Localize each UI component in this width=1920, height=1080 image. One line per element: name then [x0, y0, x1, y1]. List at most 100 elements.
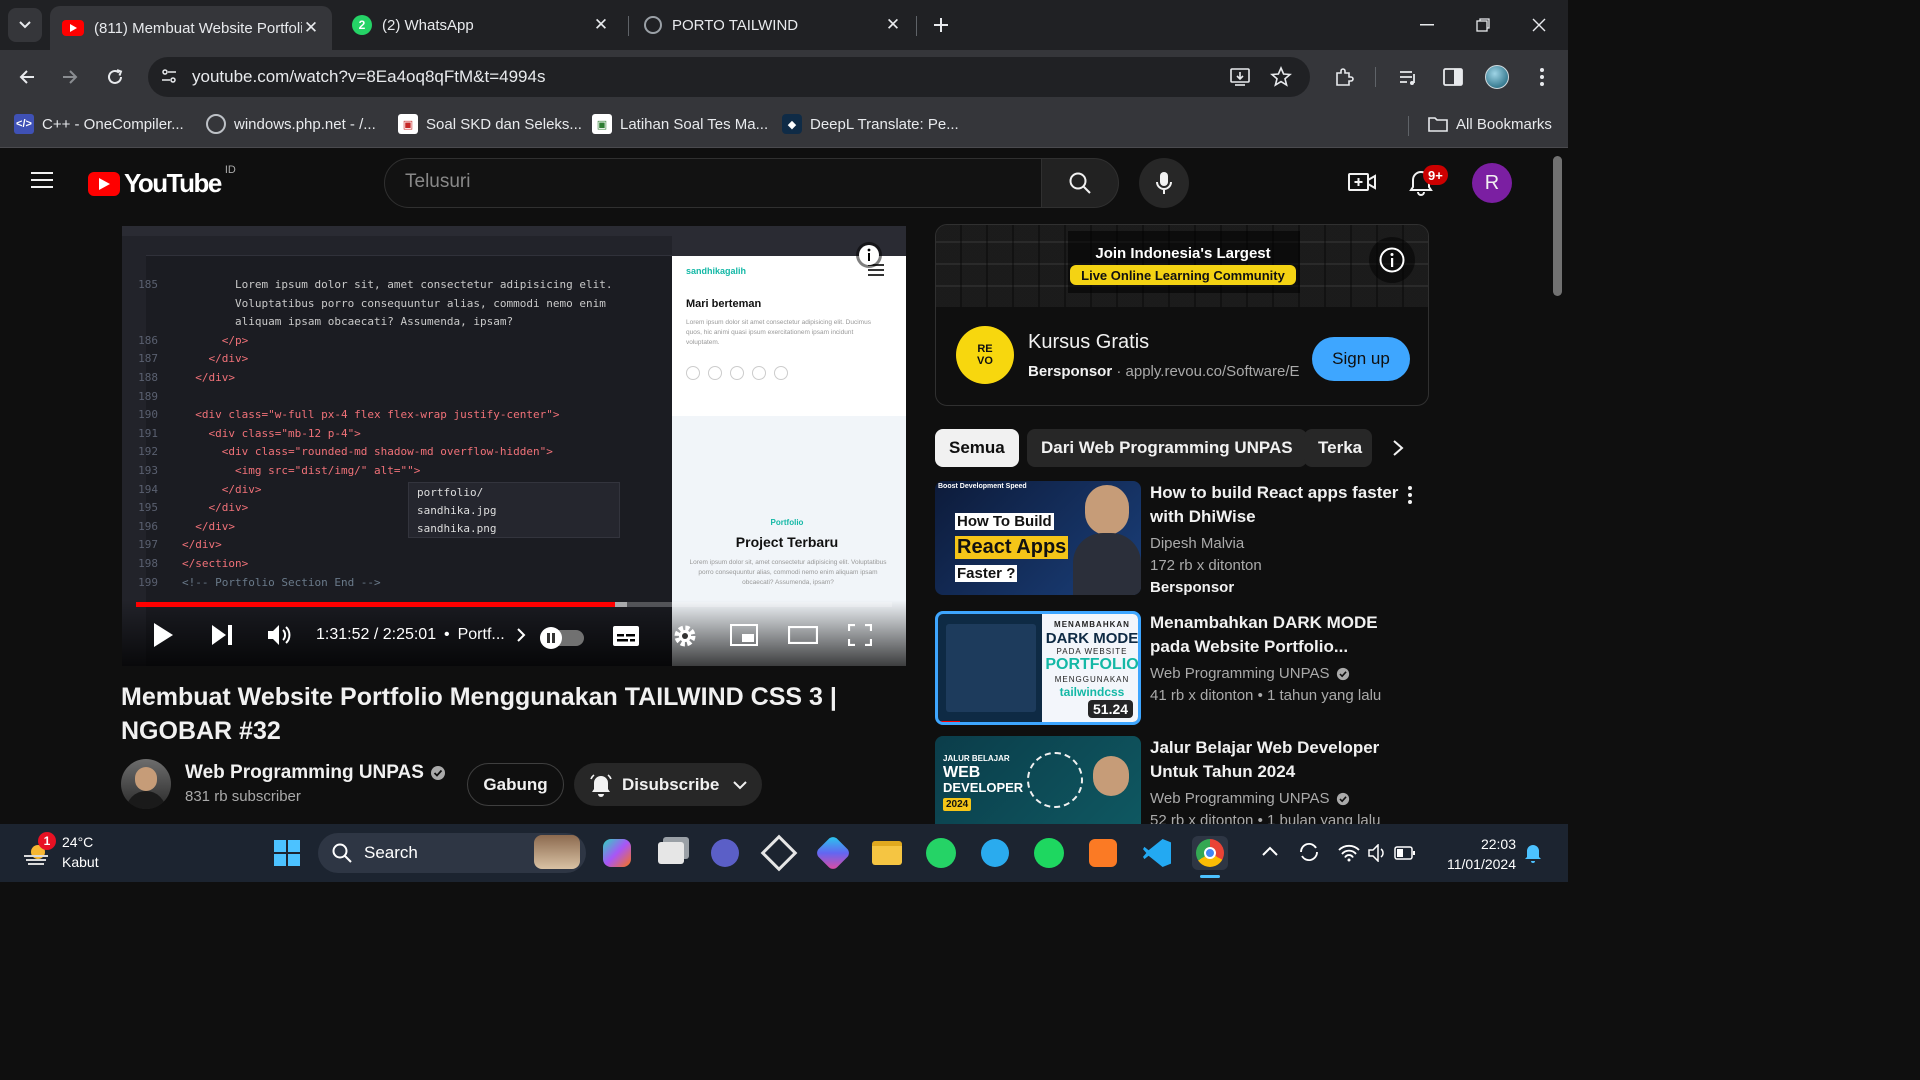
rec-title[interactable]: Jalur Belajar Web Developer Untuk Tahun … [1150, 736, 1400, 784]
ad-info-button[interactable] [1369, 237, 1415, 283]
next-button[interactable] [210, 623, 234, 647]
bookmark-star-icon[interactable] [1270, 66, 1292, 88]
weather-widget[interactable]: 1 24°C Kabut [18, 832, 128, 876]
bookmark-item[interactable]: ◆ DeepL Translate: Pe... [782, 114, 959, 134]
chrome-menu-button[interactable] [1528, 63, 1556, 91]
tab-youtube[interactable]: (811) Membuat Website Portfolio ✕ [50, 6, 332, 50]
code-text: <div class="mb-12 p-4"> [182, 426, 361, 440]
taskbar-spotify[interactable] [1032, 836, 1066, 870]
video-thumbnail[interactable]: JALUR BELAJAR WEB DEVELOPER 2024 [935, 736, 1141, 824]
all-bookmarks-button[interactable]: All Bookmarks [1428, 114, 1552, 134]
side-panel-button[interactable] [1439, 63, 1467, 91]
info-icon [859, 245, 879, 265]
ad-banner[interactable]: Join Indonesia's Largest Live Online Lea… [936, 225, 1428, 307]
install-app-icon[interactable] [1230, 67, 1252, 87]
recommendation-item[interactable]: Boost Development Speed How To Build Rea… [935, 481, 1429, 599]
restore-button[interactable] [1468, 14, 1498, 36]
sponsored-ad-card[interactable]: Join Indonesia's Largest Live Online Lea… [935, 224, 1429, 406]
fullscreen-button[interactable] [848, 624, 872, 646]
page-scrollbar[interactable] [1553, 156, 1562, 296]
taskbar-copilot[interactable] [600, 836, 634, 870]
tab-search-button[interactable] [8, 8, 42, 42]
join-button[interactable]: Gabung [467, 763, 564, 806]
taskbar-vscode[interactable] [1140, 836, 1174, 870]
recommendation-item[interactable]: MENAMBAHKAN DARK MODE PADA WEBSITE PORTF… [935, 611, 1429, 729]
miniplayer-button[interactable] [730, 624, 758, 646]
close-window-button[interactable] [1524, 14, 1554, 36]
close-icon[interactable]: ✕ [884, 15, 902, 35]
bookmark-site-icon: ▣ [592, 114, 612, 134]
show-hidden-icons-button[interactable] [1262, 846, 1278, 856]
rec-title[interactable]: How to build React apps faster with DhiW… [1150, 481, 1400, 529]
account-avatar-button[interactable]: R [1472, 163, 1512, 203]
taskbar-whatsapp[interactable] [924, 836, 958, 870]
channel-avatar[interactable] [121, 759, 171, 809]
extensions-button[interactable] [1330, 63, 1358, 91]
new-tab-button[interactable] [928, 12, 954, 38]
video-thumbnail[interactable]: Boost Development Speed How To Build Rea… [935, 481, 1141, 595]
back-button[interactable] [13, 63, 41, 91]
minimize-button[interactable] [1412, 14, 1442, 36]
notification-center-button[interactable] [1524, 842, 1542, 864]
video-thumbnail[interactable]: MENAMBAHKAN DARK MODE PADA WEBSITE PORTF… [935, 611, 1141, 725]
reload-button[interactable] [101, 63, 129, 91]
video-player[interactable]: 185 Lorem ipsum dolor sit, amet consecte… [122, 226, 906, 666]
chip-channel[interactable]: Dari Web Programming UNPAS [1027, 429, 1307, 467]
address-bar[interactable]: youtube.com/watch?v=8Ea4oq8qFtM&t=4994s [148, 57, 1310, 97]
profile-avatar[interactable] [1483, 63, 1511, 91]
media-control-button[interactable] [1394, 63, 1422, 91]
rec-title[interactable]: Menambahkan DARK MODE pada Website Portf… [1150, 611, 1400, 659]
chip-all[interactable]: Semua [935, 429, 1019, 467]
bookmark-item[interactable]: ▣ Latihan Soal Tes Ma... [592, 114, 768, 134]
progress-bar[interactable] [136, 602, 892, 607]
rec-channel[interactable]: Web Programming UNPAS [1150, 788, 1400, 810]
taskbar-file-explorer[interactable] [870, 836, 904, 870]
voice-search-button[interactable] [1139, 158, 1189, 208]
play-button[interactable] [152, 622, 174, 648]
create-button[interactable] [1348, 170, 1376, 194]
forward-button[interactable] [56, 63, 84, 91]
rec-more-button[interactable] [1407, 485, 1413, 505]
chips-next-button[interactable] [1378, 429, 1418, 467]
youtube-logo[interactable]: YouTube ID [88, 164, 236, 199]
subscribed-button[interactable]: Disubscribe [574, 763, 762, 806]
taskbar-task-view[interactable] [654, 836, 688, 870]
mute-button[interactable] [266, 623, 294, 647]
start-button[interactable] [270, 836, 304, 870]
taskbar-chrome[interactable] [1192, 836, 1228, 870]
taskbar-copilot-app[interactable] [814, 834, 852, 872]
guide-menu-button[interactable] [30, 170, 58, 194]
taskbar-unity[interactable] [760, 834, 798, 872]
sync-tray-icon[interactable] [1298, 842, 1320, 862]
search-input[interactable] [405, 171, 1005, 193]
rec-channel[interactable]: Web Programming UNPAS [1150, 663, 1400, 685]
channel-name[interactable]: Web Programming UNPAS [185, 762, 446, 784]
tab-porto-tailwind[interactable]: PORTO TAILWIND ✕ [632, 6, 914, 44]
search-box[interactable] [384, 158, 1042, 208]
bookmark-item[interactable]: </> C++ - OneCompiler... [14, 114, 184, 134]
quick-settings-button[interactable] [1338, 840, 1422, 866]
bookmark-item[interactable]: ▣ Soal SKD dan Seleks... [398, 114, 582, 134]
site-info-icon[interactable] [160, 67, 178, 85]
settings-button[interactable] [672, 623, 698, 649]
code-text: aliquam ipsam obcaecati? Assumenda, ipsa… [182, 315, 514, 329]
ad-signup-button[interactable]: Sign up [1312, 337, 1410, 381]
theater-mode-button[interactable] [788, 626, 818, 644]
search-button[interactable] [1041, 158, 1119, 208]
bookmark-item[interactable]: windows.php.net - /... [206, 114, 376, 134]
chip-related[interactable]: Terka [1304, 429, 1372, 467]
chapter-button[interactable]: • Portf... [444, 626, 527, 644]
clock[interactable]: 22:03 11/01/2024 [1430, 834, 1516, 874]
recommendation-item[interactable]: JALUR BELAJAR WEB DEVELOPER 2024 Jalur B… [935, 736, 1429, 824]
close-icon[interactable]: ✕ [592, 15, 610, 35]
rec-channel[interactable]: Dipesh Malvia [1150, 533, 1400, 555]
autoplay-toggle[interactable] [540, 627, 584, 649]
taskbar-search[interactable]: Search [318, 833, 586, 873]
tab-whatsapp[interactable]: 2 (2) WhatsApp ✕ [340, 6, 622, 44]
taskbar-xampp[interactable] [1086, 836, 1120, 870]
subtitles-button[interactable] [612, 625, 640, 647]
info-card-button[interactable] [856, 242, 882, 268]
close-icon[interactable]: ✕ [302, 18, 320, 38]
taskbar-teams[interactable] [708, 836, 742, 870]
taskbar-telegram[interactable] [978, 836, 1012, 870]
